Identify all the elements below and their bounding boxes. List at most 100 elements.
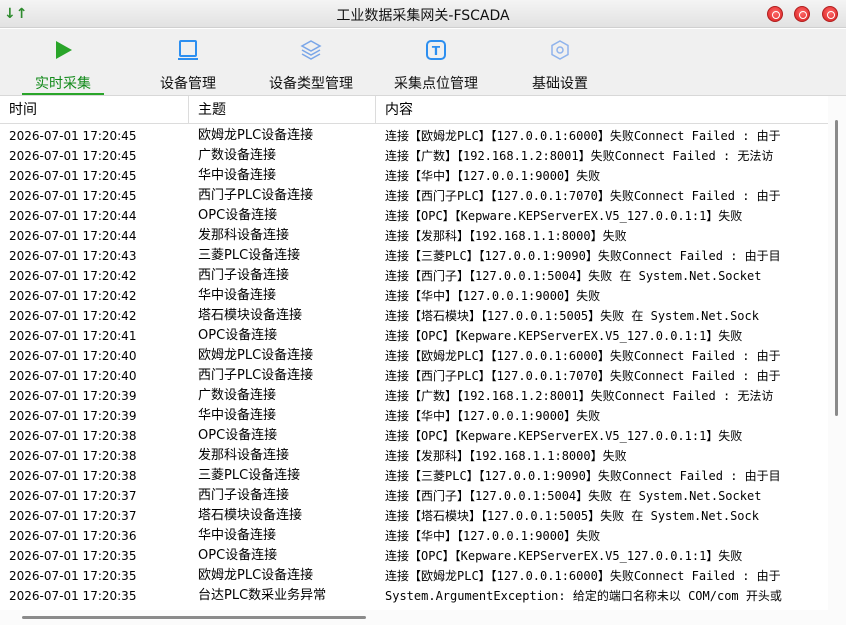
- tab-label: 设备类型管理: [269, 76, 353, 92]
- row-content-cell: 连接【华中】【127.0.0.1:9000】失败: [385, 409, 601, 423]
- table-row[interactable]: 2026-07-01 17:20:35 台达PLC数采业务异常 System.Arg…: [0, 586, 828, 606]
- row-time-cell: 2026-07-01 17:20:40: [9, 349, 137, 363]
- row-content-cell: 连接【塔石模块】【127.0.0.1:5005】失败 在 System.Net.…: [385, 309, 759, 323]
- vertical-scroll-thumb[interactable]: [835, 120, 838, 416]
- tab-device-type-management[interactable]: 设备类型管理: [258, 29, 364, 95]
- row-topic-cell: 发那科设备连接: [198, 228, 290, 243]
- table-row[interactable]: 2026-07-01 17:20:36 华中设备连接 连接【华中】【127.0.0.…: [0, 526, 828, 546]
- row-time-cell: 2026-07-01 17:20:45: [9, 169, 137, 183]
- tab-label: 采集点位管理: [394, 76, 478, 92]
- tab-basic-settings[interactable]: 基础设置: [520, 29, 600, 95]
- tab-realtime-collection[interactable]: 实时采集: [18, 29, 108, 95]
- row-time-cell: 2026-07-01 17:20:38: [9, 449, 137, 463]
- row-topic-cell: 华中设备连接: [198, 288, 277, 303]
- table-row[interactable]: 2026-07-01 17:20:37 西门子设备连接 连接【西门子】【127.0.…: [0, 486, 828, 506]
- row-content-cell: 连接【发那科】【192.168.1.1:8000】失败: [385, 449, 627, 463]
- row-content-cell: 连接【塔石模块】【127.0.0.1:5005】失败 在 System.Net.…: [385, 509, 759, 523]
- row-time-cell: 2026-07-01 17:20:43: [9, 249, 137, 263]
- row-topic-cell: 西门子PLC设备连接: [198, 368, 314, 383]
- column-header-time[interactable]: 时间: [0, 96, 189, 124]
- row-time-cell: 2026-07-01 17:20:41: [9, 329, 137, 343]
- vertical-scrollbar[interactable]: [828, 96, 846, 610]
- table-row[interactable]: 2026-07-01 17:20:35 欧姆龙PLC设备连接 连接【欧姆龙PLC】【…: [0, 566, 828, 586]
- grid-header: 时间 主题 内容: [0, 96, 828, 124]
- row-topic-cell: 塔石模块设备连接: [198, 508, 303, 523]
- grid-rows: 2026-07-01 17:20:45 欧姆龙PLC设备连接 连接【欧姆龙PLC】【…: [0, 126, 828, 606]
- row-topic-cell: 西门子设备连接: [198, 268, 290, 283]
- row-topic-cell: 华中设备连接: [198, 408, 277, 423]
- row-topic-cell: OPC设备连接: [198, 328, 278, 343]
- column-header-content[interactable]: 内容: [376, 96, 828, 124]
- table-row[interactable]: 2026-07-01 17:20:43 三菱PLC设备连接 连接【三菱PLC】【12…: [0, 246, 828, 266]
- table-row[interactable]: 2026-07-01 17:20:44 发那科设备连接 连接【发那科】【192.16…: [0, 226, 828, 246]
- row-topic-cell: 欧姆龙PLC设备连接: [198, 568, 314, 583]
- maximize-button[interactable]: [794, 6, 810, 22]
- row-topic-cell: OPC设备连接: [198, 208, 278, 223]
- row-topic-cell: OPC设备连接: [198, 548, 278, 563]
- row-topic-cell: 华中设备连接: [198, 168, 277, 183]
- tab-label: 实时采集: [35, 76, 91, 92]
- row-content-cell: 连接【OPC】【Kepware.KEPServerEX.V5_127.0.0.1…: [385, 429, 743, 443]
- row-topic-cell: 欧姆龙PLC设备连接: [198, 128, 314, 143]
- table-row[interactable]: 2026-07-01 17:20:42 华中设备连接 连接【华中】【127.0.0.…: [0, 286, 828, 306]
- table-row[interactable]: 2026-07-01 17:20:41 OPC设备连接 连接【OPC】【Kepwar…: [0, 326, 828, 346]
- table-row[interactable]: 2026-07-01 17:20:38 OPC设备连接 连接【OPC】【Kepwar…: [0, 426, 828, 446]
- row-content-cell: 连接【三菱PLC】【127.0.0.1:9090】失败Connect Faile…: [385, 249, 781, 263]
- table-row[interactable]: 2026-07-01 17:20:44 OPC设备连接 连接【OPC】【Kepwar…: [0, 206, 828, 226]
- table-row[interactable]: 2026-07-01 17:20:45 广数设备连接 连接【广数】【192.168.…: [0, 146, 828, 166]
- table-row[interactable]: 2026-07-01 17:20:42 西门子设备连接 连接【西门子】【127.0.…: [0, 266, 828, 286]
- row-time-cell: 2026-07-01 17:20:45: [9, 129, 137, 143]
- settings-icon: [551, 40, 569, 60]
- row-time-cell: 2026-07-01 17:20:35: [9, 589, 137, 603]
- row-time-cell: 2026-07-01 17:20:45: [9, 189, 137, 203]
- row-content-cell: 连接【华中】【127.0.0.1:9000】失败: [385, 169, 601, 183]
- tag-icon: T: [426, 40, 446, 60]
- table-row[interactable]: 2026-07-01 17:20:37 塔石模块设备连接 连接【塔石模块】【127.…: [0, 506, 828, 526]
- table-row[interactable]: 2026-07-01 17:20:42 塔石模块设备连接 连接【塔石模块】【127.…: [0, 306, 828, 326]
- horizontal-scrollbar[interactable]: [0, 610, 846, 625]
- row-time-cell: 2026-07-01 17:20:36: [9, 529, 137, 543]
- toolbar: 实时采集 设备管理 设备类型管理 T 采集点位管理 基础设置: [0, 29, 846, 95]
- layers-icon: [300, 40, 322, 60]
- table-row[interactable]: 2026-07-01 17:20:38 三菱PLC设备连接 连接【三菱PLC】【12…: [0, 466, 828, 486]
- row-time-cell: 2026-07-01 17:20:45: [9, 149, 137, 163]
- row-time-cell: 2026-07-01 17:20:38: [9, 429, 137, 443]
- row-content-cell: 连接【西门子PLC】【127.0.0.1:7070】失败Connect Fail…: [385, 369, 781, 383]
- column-header-topic[interactable]: 主题: [189, 96, 376, 124]
- table-row[interactable]: 2026-07-01 17:20:39 广数设备连接 连接【广数】【192.168.…: [0, 386, 828, 406]
- row-time-cell: 2026-07-01 17:20:42: [9, 289, 137, 303]
- row-time-cell: 2026-07-01 17:20:44: [9, 229, 137, 243]
- tab-collection-point-management[interactable]: T 采集点位管理: [383, 29, 489, 95]
- table-row[interactable]: 2026-07-01 17:20:38 发那科设备连接 连接【发那科】【192.16…: [0, 446, 828, 466]
- table-row[interactable]: 2026-07-01 17:20:45 华中设备连接 连接【华中】【127.0.0.…: [0, 166, 828, 186]
- row-topic-cell: 发那科设备连接: [198, 448, 290, 463]
- table-row[interactable]: 2026-07-01 17:20:40 西门子PLC设备连接 连接【西门子PLC】【…: [0, 366, 828, 386]
- row-topic-cell: 西门子PLC设备连接: [198, 188, 314, 203]
- horizontal-scroll-thumb[interactable]: [22, 616, 366, 619]
- table-row[interactable]: 2026-07-01 17:20:39 华中设备连接 连接【华中】【127.0.0.…: [0, 406, 828, 426]
- row-content-cell: 连接【欧姆龙PLC】【127.0.0.1:6000】失败Connect Fail…: [385, 349, 781, 363]
- row-time-cell: 2026-07-01 17:20:40: [9, 369, 137, 383]
- row-content-cell: 连接【OPC】【Kepware.KEPServerEX.V5_127.0.0.1…: [385, 209, 743, 223]
- row-content-cell: 连接【三菱PLC】【127.0.0.1:9090】失败Connect Faile…: [385, 469, 781, 483]
- table-row[interactable]: 2026-07-01 17:20:40 欧姆龙PLC设备连接 连接【欧姆龙PLC】【…: [0, 346, 828, 366]
- close-button[interactable]: [822, 6, 838, 22]
- table-row[interactable]: 2026-07-01 17:20:45 西门子PLC设备连接 连接【西门子PLC】【…: [0, 186, 828, 206]
- row-topic-cell: 三菱PLC设备连接: [198, 248, 301, 263]
- row-time-cell: 2026-07-01 17:20:44: [9, 209, 137, 223]
- row-content-cell: 连接【发那科】【192.168.1.1:8000】失败: [385, 229, 627, 243]
- row-content-cell: 连接【广数】【192.168.1.2:8001】失败Connect Failed…: [385, 149, 774, 163]
- row-topic-cell: 台达PLC数采业务异常: [198, 588, 327, 603]
- monitor-icon: [178, 40, 198, 60]
- row-content-cell: 连接【广数】【192.168.1.2:8001】失败Connect Failed…: [385, 389, 774, 403]
- table-row[interactable]: 2026-07-01 17:20:45 欧姆龙PLC设备连接 连接【欧姆龙PLC】【…: [0, 126, 828, 146]
- row-time-cell: 2026-07-01 17:20:42: [9, 269, 137, 283]
- tab-device-management[interactable]: 设备管理: [145, 29, 231, 95]
- row-topic-cell: OPC设备连接: [198, 428, 278, 443]
- row-time-cell: 2026-07-01 17:20:38: [9, 469, 137, 483]
- table-row[interactable]: 2026-07-01 17:20:35 OPC设备连接 连接【OPC】【Kepwar…: [0, 546, 828, 566]
- row-topic-cell: 西门子设备连接: [198, 488, 290, 503]
- minimize-button[interactable]: [767, 6, 783, 22]
- row-topic-cell: 三菱PLC设备连接: [198, 468, 301, 483]
- row-time-cell: 2026-07-01 17:20:37: [9, 489, 137, 503]
